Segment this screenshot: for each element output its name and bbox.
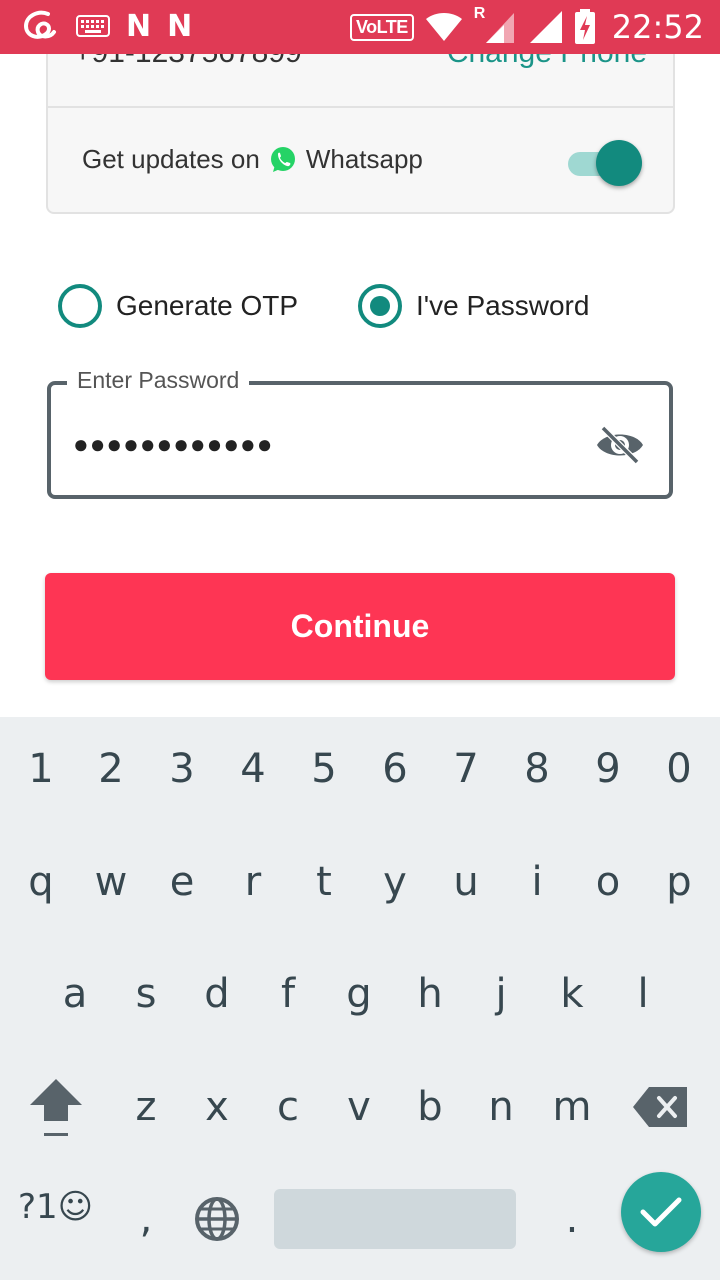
key-h[interactable]: h (398, 954, 462, 1034)
whatsapp-icon (270, 146, 295, 172)
radio-unchecked-icon (58, 284, 102, 328)
password-input[interactable]: ●●●●●●●●●●●● (73, 429, 273, 460)
key-z[interactable]: z (114, 1067, 178, 1147)
backspace-key[interactable] (628, 1067, 692, 1147)
notification-n-icon: N (126, 8, 152, 44)
backspace-icon (633, 1087, 687, 1127)
key-l[interactable]: l (611, 954, 675, 1034)
battery-charging-icon (574, 9, 595, 44)
key-q[interactable]: q (9, 842, 73, 922)
volte-badge: VoLTE (349, 13, 414, 41)
whatsapp-updates-row: Get updates on Whatsapp (48, 108, 673, 214)
eye-off-icon[interactable] (595, 425, 645, 465)
key-t[interactable]: t (292, 842, 356, 922)
continue-button[interactable]: Continue (45, 573, 675, 680)
signal-icon (529, 11, 562, 43)
space-key[interactable] (274, 1189, 516, 1249)
radio-dot (370, 296, 390, 316)
radio-generate-otp[interactable]: Generate OTP (58, 284, 298, 328)
period-key[interactable]: . (540, 1179, 604, 1259)
key-i[interactable]: i (505, 842, 569, 922)
key-p[interactable]: p (647, 842, 711, 922)
globe-icon (195, 1197, 239, 1241)
key-n[interactable]: n (469, 1067, 533, 1147)
toggle-knob (596, 140, 642, 186)
key-r[interactable]: r (221, 842, 285, 922)
signal-icon (485, 13, 514, 43)
checkmark-icon (640, 1197, 682, 1227)
enter-key[interactable] (621, 1172, 701, 1252)
key-e[interactable]: e (150, 842, 214, 922)
radio-checked-icon (358, 284, 402, 328)
key-y[interactable]: y (363, 842, 427, 922)
radio-label: Generate OTP (116, 290, 299, 321)
password-field-label: Enter Password (67, 367, 250, 394)
key-9[interactable]: 9 (576, 729, 640, 809)
key-a[interactable]: a (43, 954, 107, 1034)
key-1[interactable]: 1 (9, 729, 73, 809)
status-bar-left: N N (20, 8, 192, 44)
airtel-logo-icon (23, 10, 56, 39)
login-mode-radio-group: Generate OTP I've Password (58, 284, 678, 330)
key-s[interactable]: s (114, 954, 178, 1034)
key-m[interactable]: m (540, 1067, 604, 1147)
key-8[interactable]: 8 (505, 729, 569, 809)
status-bar-right: VoLTE R 22:52 (349, 5, 704, 46)
soft-keyboard: 1 2 3 4 5 6 7 8 9 0 q w e r t y u i o p … (0, 717, 720, 1280)
whatsapp-updates-toggle[interactable] (568, 140, 644, 186)
key-0[interactable]: 0 (647, 729, 711, 809)
key-j[interactable]: j (469, 954, 533, 1034)
key-c[interactable]: c (256, 1067, 320, 1147)
key-5[interactable]: 5 (292, 729, 356, 809)
key-o[interactable]: o (576, 842, 640, 922)
language-key[interactable] (185, 1179, 249, 1259)
key-w[interactable]: w (79, 842, 143, 922)
notification-n-icon: N (167, 8, 193, 44)
radio-have-password[interactable]: I've Password (358, 284, 589, 328)
comma-key[interactable]: , (114, 1179, 178, 1259)
key-6[interactable]: 6 (363, 729, 427, 809)
key-x[interactable]: x (185, 1067, 249, 1147)
whatsapp-prefix-text: Get updates on (82, 144, 260, 174)
key-d[interactable]: d (185, 954, 249, 1034)
key-2[interactable]: 2 (79, 729, 143, 809)
status-bar: N N VoLTE R 22:52 (0, 0, 720, 54)
key-4[interactable]: 4 (221, 729, 285, 809)
shift-icon (30, 1079, 82, 1136)
symbols-key[interactable]: ?1☺ (18, 1187, 93, 1227)
key-7[interactable]: 7 (434, 729, 498, 809)
key-f[interactable]: f (256, 954, 320, 1034)
whatsapp-updates-label: Get updates on Whatsapp (82, 144, 423, 175)
keyboard-icon (76, 15, 110, 37)
key-v[interactable]: v (327, 1067, 391, 1147)
key-g[interactable]: g (327, 954, 391, 1034)
signal-roaming: R (474, 5, 518, 45)
key-3[interactable]: 3 (150, 729, 214, 809)
key-u[interactable]: u (434, 842, 498, 922)
shift-key[interactable] (24, 1067, 88, 1147)
password-field[interactable]: Enter Password ●●●●●●●●●●●● (47, 367, 673, 499)
radio-label: I've Password (416, 290, 590, 321)
key-k[interactable]: k (540, 954, 604, 1034)
wifi-icon (425, 13, 462, 41)
clock: 22:52 (611, 8, 704, 46)
key-b[interactable]: b (398, 1067, 462, 1147)
whatsapp-text: Whatsapp (305, 144, 423, 174)
